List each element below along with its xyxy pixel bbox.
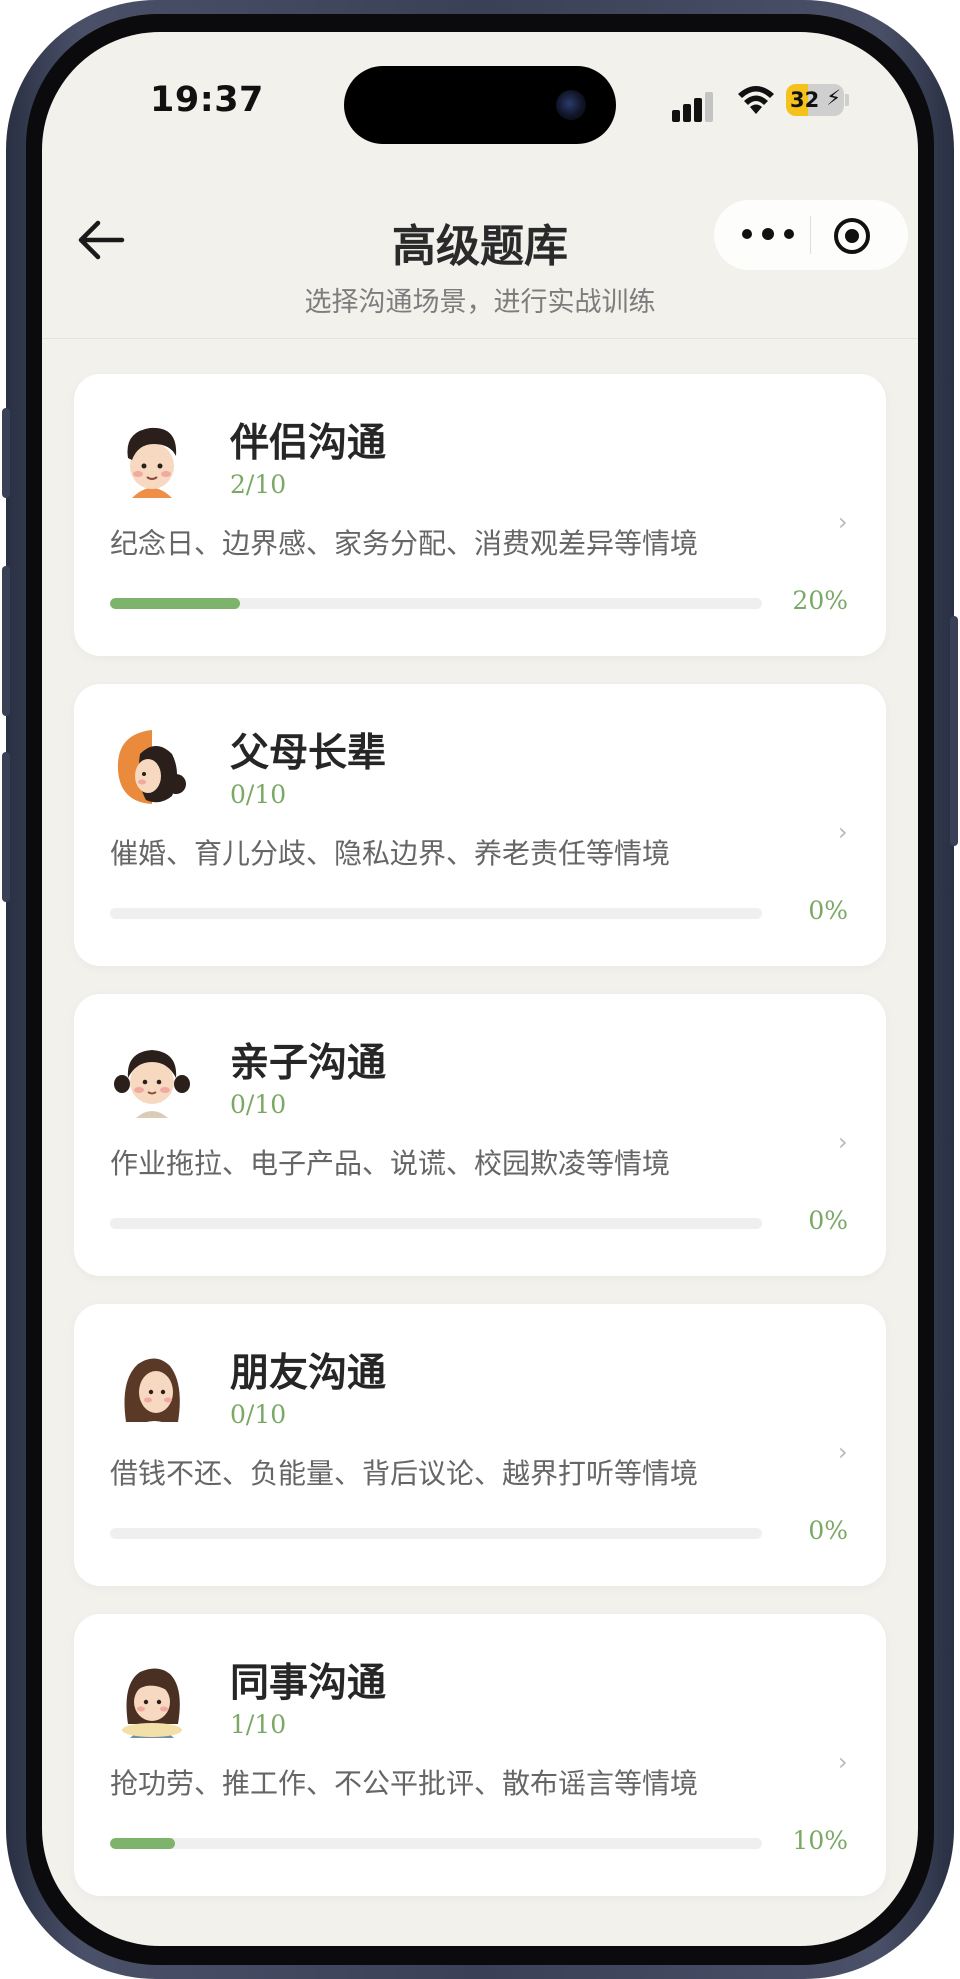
office-girl-avatar-icon xyxy=(122,1668,182,1738)
chevron-right-icon: › xyxy=(838,818,848,846)
progress-percent: 0% xyxy=(808,1516,848,1545)
category-card-friends[interactable]: 朋友沟通 0/10 借钱不还、负能量、背后议论、越界打听等情境 › 0% xyxy=(74,1304,886,1586)
battery-cap xyxy=(845,94,849,106)
category-card-parents[interactable]: 父母长辈 0/10 催婚、育儿分歧、隐私边界、养老责任等情境 › 0% xyxy=(74,684,886,966)
card-title: 父母长辈 xyxy=(230,730,387,776)
chevron-right-icon: › xyxy=(838,508,848,536)
battery-percent: 32 xyxy=(790,88,820,112)
action-button xyxy=(2,408,10,498)
card-description: 纪念日、边界感、家务分配、消费观差异等情境 xyxy=(110,527,699,560)
progress-track xyxy=(110,908,762,919)
category-card-parent-child[interactable]: 亲子沟通 0/10 作业拖拉、电子产品、说谎、校园欺凌等情境 › 0% xyxy=(74,994,886,1276)
card-description: 作业拖拉、电子产品、说谎、校园欺凌等情境 xyxy=(110,1147,671,1180)
progress-percent: 10% xyxy=(792,1826,848,1855)
progress-percent: 0% xyxy=(808,896,848,925)
chevron-right-icon: › xyxy=(838,1128,848,1156)
card-count: 1/10 xyxy=(230,1710,287,1739)
dynamic-island xyxy=(344,66,616,144)
girl-pigtails-avatar-icon xyxy=(114,1050,190,1118)
power-button xyxy=(950,616,958,846)
charging-bolt-icon: ⚡ xyxy=(826,86,841,110)
volume-up-button xyxy=(2,566,10,716)
card-description: 抢功劳、推工作、不公平批评、散布谣言等情境 xyxy=(110,1767,699,1800)
card-description: 催婚、育儿分歧、隐私边界、养老责任等情境 xyxy=(110,837,671,870)
progress-percent: 0% xyxy=(808,1206,848,1235)
volume-down-button xyxy=(2,752,10,902)
wifi-icon xyxy=(738,86,774,114)
card-title: 亲子沟通 xyxy=(230,1040,387,1086)
progress-track xyxy=(110,1218,762,1229)
status-time: 19:37 xyxy=(150,80,264,120)
card-count: 0/10 xyxy=(230,1090,287,1119)
screen: 19:37 32 ⚡ 高级题库 选择沟通场景，进行实战训练 伴侣沟通 2/10 … xyxy=(42,32,918,1946)
status-bar: 19:37 32 ⚡ xyxy=(42,32,918,162)
progress-track xyxy=(110,1838,762,1849)
chevron-right-icon: › xyxy=(838,1438,848,1466)
progress-fill xyxy=(110,598,241,609)
card-title: 同事沟通 xyxy=(230,1660,387,1706)
card-count: 0/10 xyxy=(230,780,287,809)
card-description: 借钱不还、负能量、背后议论、越界打听等情境 xyxy=(110,1457,699,1490)
progress-track xyxy=(110,1528,762,1539)
battery-icon: 32 ⚡ xyxy=(786,84,844,116)
navigation-bar: 高级题库 选择沟通场景，进行实战训练 xyxy=(42,162,918,330)
card-count: 2/10 xyxy=(230,470,287,499)
capsule-divider xyxy=(810,216,811,254)
girl-long-hair-avatar-icon xyxy=(124,1358,180,1428)
header-divider xyxy=(42,338,918,339)
progress-track xyxy=(110,598,762,609)
card-title: 伴侣沟通 xyxy=(230,420,387,466)
progress-fill xyxy=(110,1838,176,1849)
category-card-coworkers[interactable]: 同事沟通 1/10 抢功劳、推工作、不公平批评、散布谣言等情境 › 10% xyxy=(74,1614,886,1896)
woman-profile-avatar-icon xyxy=(117,730,186,804)
boy-avatar-icon xyxy=(127,427,177,498)
mini-program-capsule xyxy=(714,200,908,270)
category-list: 伴侣沟通 2/10 纪念日、边界感、家务分配、消费观差异等情境 › 20% 父母… xyxy=(74,374,886,1924)
cellular-signal-icon xyxy=(672,90,720,122)
chevron-right-icon: › xyxy=(838,1748,848,1776)
close-target-icon[interactable] xyxy=(832,216,872,256)
card-title: 朋友沟通 xyxy=(230,1350,387,1396)
camera-icon xyxy=(556,90,586,120)
progress-percent: 20% xyxy=(792,586,848,615)
page-subtitle: 选择沟通场景，进行实战训练 xyxy=(304,287,656,318)
more-options-icon[interactable] xyxy=(738,218,798,252)
card-count: 0/10 xyxy=(230,1400,287,1429)
category-card-partner[interactable]: 伴侣沟通 2/10 纪念日、边界感、家务分配、消费观差异等情境 › 20% xyxy=(74,374,886,656)
